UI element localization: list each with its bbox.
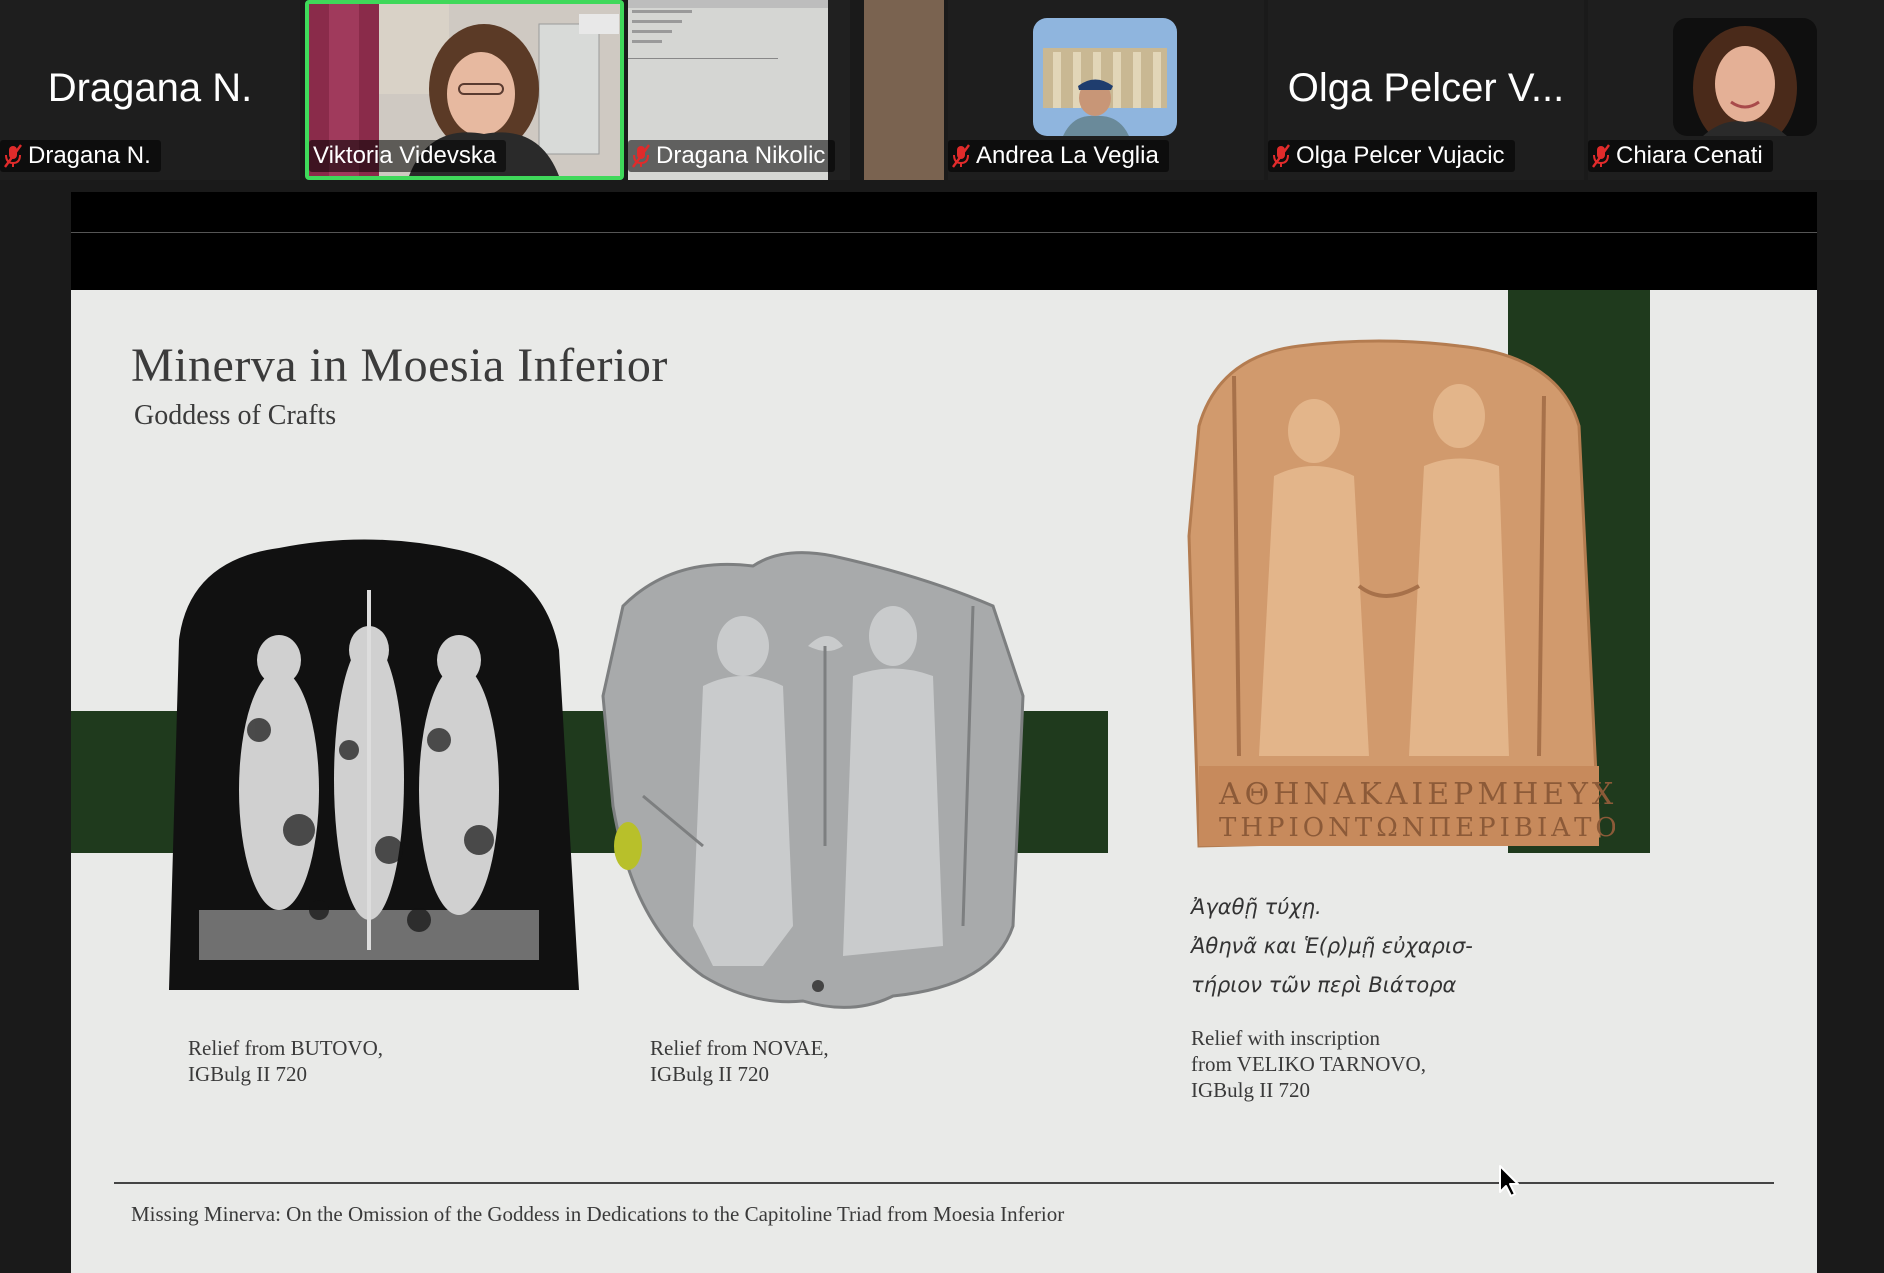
participant-avatar-photo	[1673, 18, 1817, 136]
participant-label: Olga Pelcer Vujacic	[1268, 140, 1515, 172]
mic-muted-icon	[1272, 144, 1290, 168]
caption-line: IGBulg II 720	[188, 1062, 307, 1086]
svg-text:ΤΗΡΙΟΝΤΩΝΠΕΡΙΒΙΑΤΟΡΑ: ΤΗΡΙΟΝΤΩΝΠΕΡΙΒΙΑΤΟΡΑ	[1219, 813, 1615, 843]
participant-tile-dragana-n[interactable]: Dragana N. Dragana N.	[0, 0, 300, 180]
caption-line: IGBulg II 720	[1191, 1078, 1310, 1102]
caption-line: IGBulg II 720	[650, 1062, 769, 1086]
caption-line: from VELIKO TARNOVO,	[1191, 1052, 1426, 1076]
relief-butovo-image	[169, 539, 579, 990]
inscription-transcription: Ἀγαθῇ τύχῃ. Ἀθηνᾶ και Ἑ(ρ)μῇ εὐχαρισ- τή…	[1191, 888, 1473, 1005]
participant-name: Dragana Nikolic	[656, 142, 826, 169]
inscription-line: τήριον τῶν περὶ Βιάτορα	[1191, 973, 1457, 997]
presentation-slide: Minerva in Moesia Inferior Goddess of Cr…	[71, 290, 1817, 1273]
inscription-line: Ἀθηνᾶ και Ἑ(ρ)μῇ εὐχαρισ-	[1191, 934, 1473, 958]
participant-name: Chiara Cenati	[1616, 142, 1763, 169]
participant-tile-viktoria-videvska[interactable]: Viktoria Videvska	[305, 0, 624, 180]
mic-muted-icon	[952, 144, 970, 168]
participant-strip: Dragana N. Dragana N. Viktoria Videvska	[0, 0, 1884, 180]
participant-tile-andrea-la-veglia[interactable]: Andrea La Veglia	[948, 0, 1264, 180]
caption-novae: Relief from NOVAE, IGBulg II 720	[650, 1035, 829, 1087]
participant-name: Olga Pelcer Vujacic	[1296, 142, 1505, 169]
caption-line: Relief from NOVAE,	[650, 1036, 829, 1060]
caption-line: Relief from BUTOVO,	[188, 1036, 383, 1060]
caption-butovo: Relief from BUTOVO, IGBulg II 720	[188, 1035, 383, 1087]
participant-label: Chiara Cenati	[1588, 140, 1773, 172]
participant-avatar-photo	[1033, 18, 1177, 136]
inscription-line: Ἀγαθῇ τύχῃ.	[1191, 895, 1322, 919]
shared-screen: Minerva in Moesia Inferior Goddess of Cr…	[0, 180, 1884, 1273]
participant-big-name: Olga Pelcer V...	[1287, 66, 1565, 110]
participant-label: Viktoria Videvska	[309, 140, 507, 172]
caption-veliko-tarnovo: Relief with inscription from VELIKO TARN…	[1191, 1025, 1426, 1103]
relief-novae-image	[601, 551, 1025, 1009]
participant-name: Dragana N.	[28, 142, 151, 169]
participant-big-name: Dragana N.	[47, 66, 253, 110]
slide-footer: Missing Minerva: On the Omission of the …	[131, 1202, 1065, 1226]
divider	[71, 232, 1817, 233]
slide-subtitle: Goddess of Crafts	[134, 400, 337, 431]
footer-divider	[114, 1182, 1774, 1184]
participant-video-edge	[864, 0, 944, 180]
mic-muted-icon	[632, 144, 650, 168]
participant-label: Dragana Nikolic	[628, 140, 836, 172]
participant-tile-olga-pelcer-vujacic[interactable]: Olga Pelcer V... Olga Pelcer Vujacic	[1268, 0, 1584, 180]
participant-tile-dragana-nikolic[interactable]: Dragana Nikolic	[628, 0, 850, 180]
mic-muted-icon	[4, 144, 22, 168]
slide-top-black-bar	[71, 192, 1817, 290]
mouse-cursor-icon	[1499, 1165, 1519, 1197]
participant-name: Andrea La Veglia	[976, 142, 1159, 169]
participant-tile-chiara-cenati[interactable]: Chiara Cenati	[1588, 0, 1884, 180]
participant-label: Dragana N.	[0, 140, 161, 172]
svg-text:ΑΘΗΝΑΚΑΙΕΡΜΗΕΥΧΑΡΙ: ΑΘΗΝΑΚΑΙΕΡΜΗΕΥΧΑΡΙ	[1218, 777, 1615, 812]
caption-line: Relief with inscription	[1191, 1026, 1380, 1050]
relief-veliko-tarnovo-image: ΑΘΗΝΑΚΑΙΕΡΜΗΕΥΧΑΡΙ ΤΗΡΙΟΝΤΩΝΠΕΡΙΒΙΑΤΟΡΑ	[1187, 339, 1615, 848]
mic-muted-icon	[1592, 144, 1610, 168]
participant-label: Andrea La Veglia	[948, 140, 1169, 172]
slide-title: Minerva in Moesia Inferior	[131, 339, 668, 392]
participant-name: Viktoria Videvska	[313, 142, 497, 169]
